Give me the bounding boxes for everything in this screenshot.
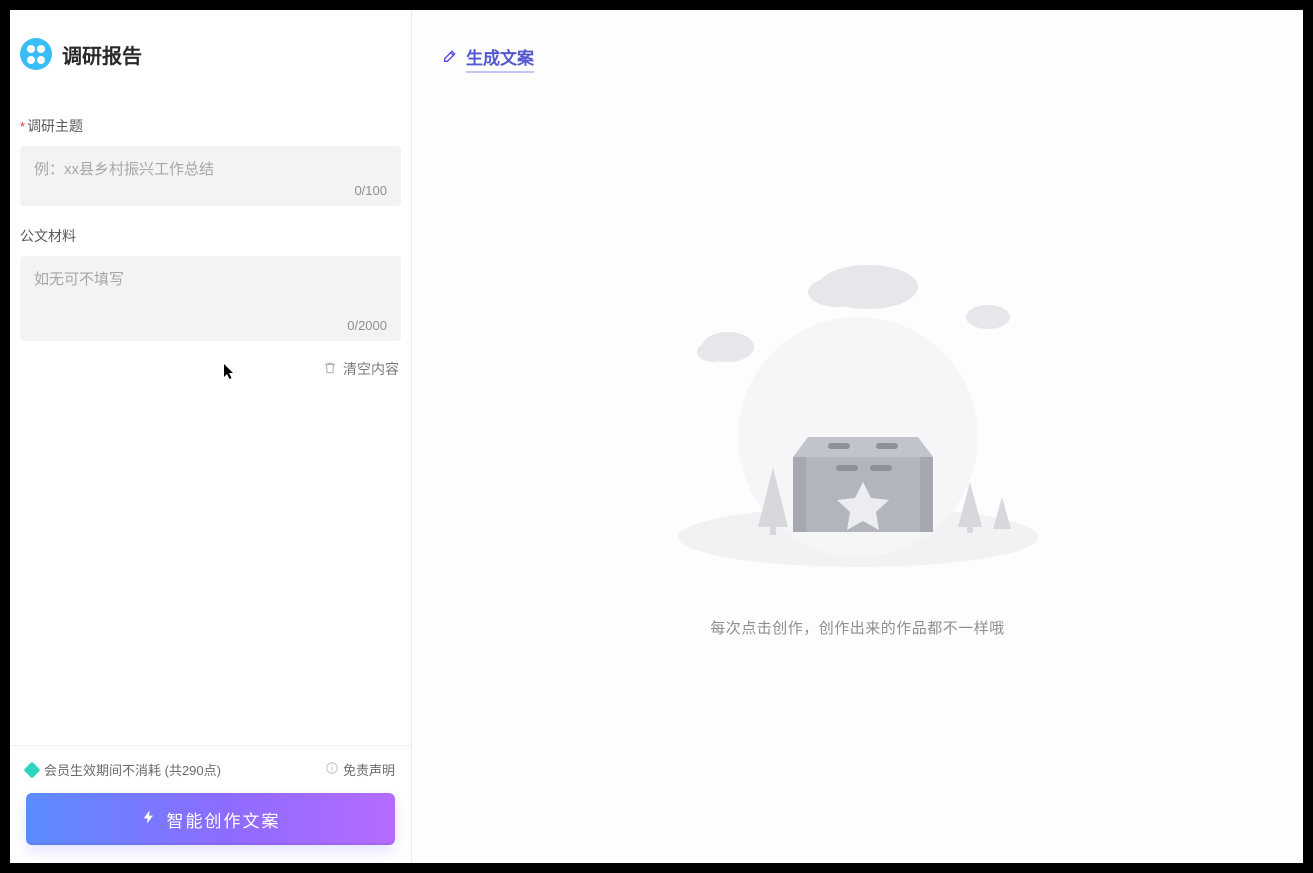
- credits-row: 会员生效期间不消耗 (共290点) 免责声明: [26, 760, 395, 779]
- right-header: 生成文案: [412, 10, 1303, 81]
- left-header: 调研报告: [10, 10, 411, 78]
- info-icon: [325, 761, 339, 778]
- material-counter: 0/2000: [34, 318, 387, 333]
- disclaimer-label: 免责声明: [343, 760, 395, 779]
- credits-info: 会员生效期间不消耗 (共290点): [26, 760, 221, 779]
- edit-icon: [442, 48, 458, 69]
- clear-content-button[interactable]: 清空内容: [20, 341, 401, 379]
- clear-content-label: 清空内容: [343, 359, 399, 379]
- topic-counter: 0/100: [34, 183, 387, 198]
- empty-illustration: [658, 247, 1058, 577]
- trash-icon: [323, 361, 337, 378]
- form-area: * 调研主题 例：xx县乡村振兴工作总结 0/100 公文材料 如无可不填写 0…: [10, 78, 411, 745]
- topic-label: * 调研主题: [20, 116, 401, 136]
- credits-text: 会员生效期间不消耗 (共290点): [44, 760, 221, 779]
- diamond-icon: [24, 761, 41, 778]
- app-window: 调研报告 * 调研主题 例：xx县乡村振兴工作总结 0/100 公文材料 如无可…: [10, 10, 1303, 863]
- generate-button[interactable]: 智能创作文案: [26, 793, 395, 845]
- disclaimer-link[interactable]: 免责声明: [325, 760, 395, 779]
- topic-label-text: 调研主题: [27, 116, 83, 136]
- material-label: 公文材料: [20, 226, 401, 246]
- material-textarea[interactable]: 如无可不填写: [34, 268, 387, 318]
- app-logo-icon: [20, 38, 52, 70]
- empty-state: 每次点击创作，创作出来的作品都不一样哦: [412, 81, 1303, 863]
- empty-state-text: 每次点击创作，创作出来的作品都不一样哦: [710, 617, 1005, 638]
- lightning-icon: [141, 809, 157, 830]
- required-asterisk: *: [20, 119, 25, 134]
- topic-input[interactable]: 例：xx县乡村振兴工作总结: [34, 158, 387, 179]
- material-label-text: 公文材料: [20, 226, 76, 246]
- topic-input-wrap[interactable]: 例：xx县乡村振兴工作总结 0/100: [20, 146, 401, 206]
- left-footer: 会员生效期间不消耗 (共290点) 免责声明 智能创作文案: [10, 745, 411, 863]
- generate-button-label: 智能创作文案: [167, 807, 281, 832]
- material-input-wrap[interactable]: 如无可不填写 0/2000: [20, 256, 401, 341]
- tab-generate[interactable]: 生成文案: [466, 44, 534, 73]
- left-panel: 调研报告 * 调研主题 例：xx县乡村振兴工作总结 0/100 公文材料 如无可…: [10, 10, 412, 863]
- right-panel: 生成文案: [412, 10, 1303, 863]
- page-title: 调研报告: [62, 40, 142, 69]
